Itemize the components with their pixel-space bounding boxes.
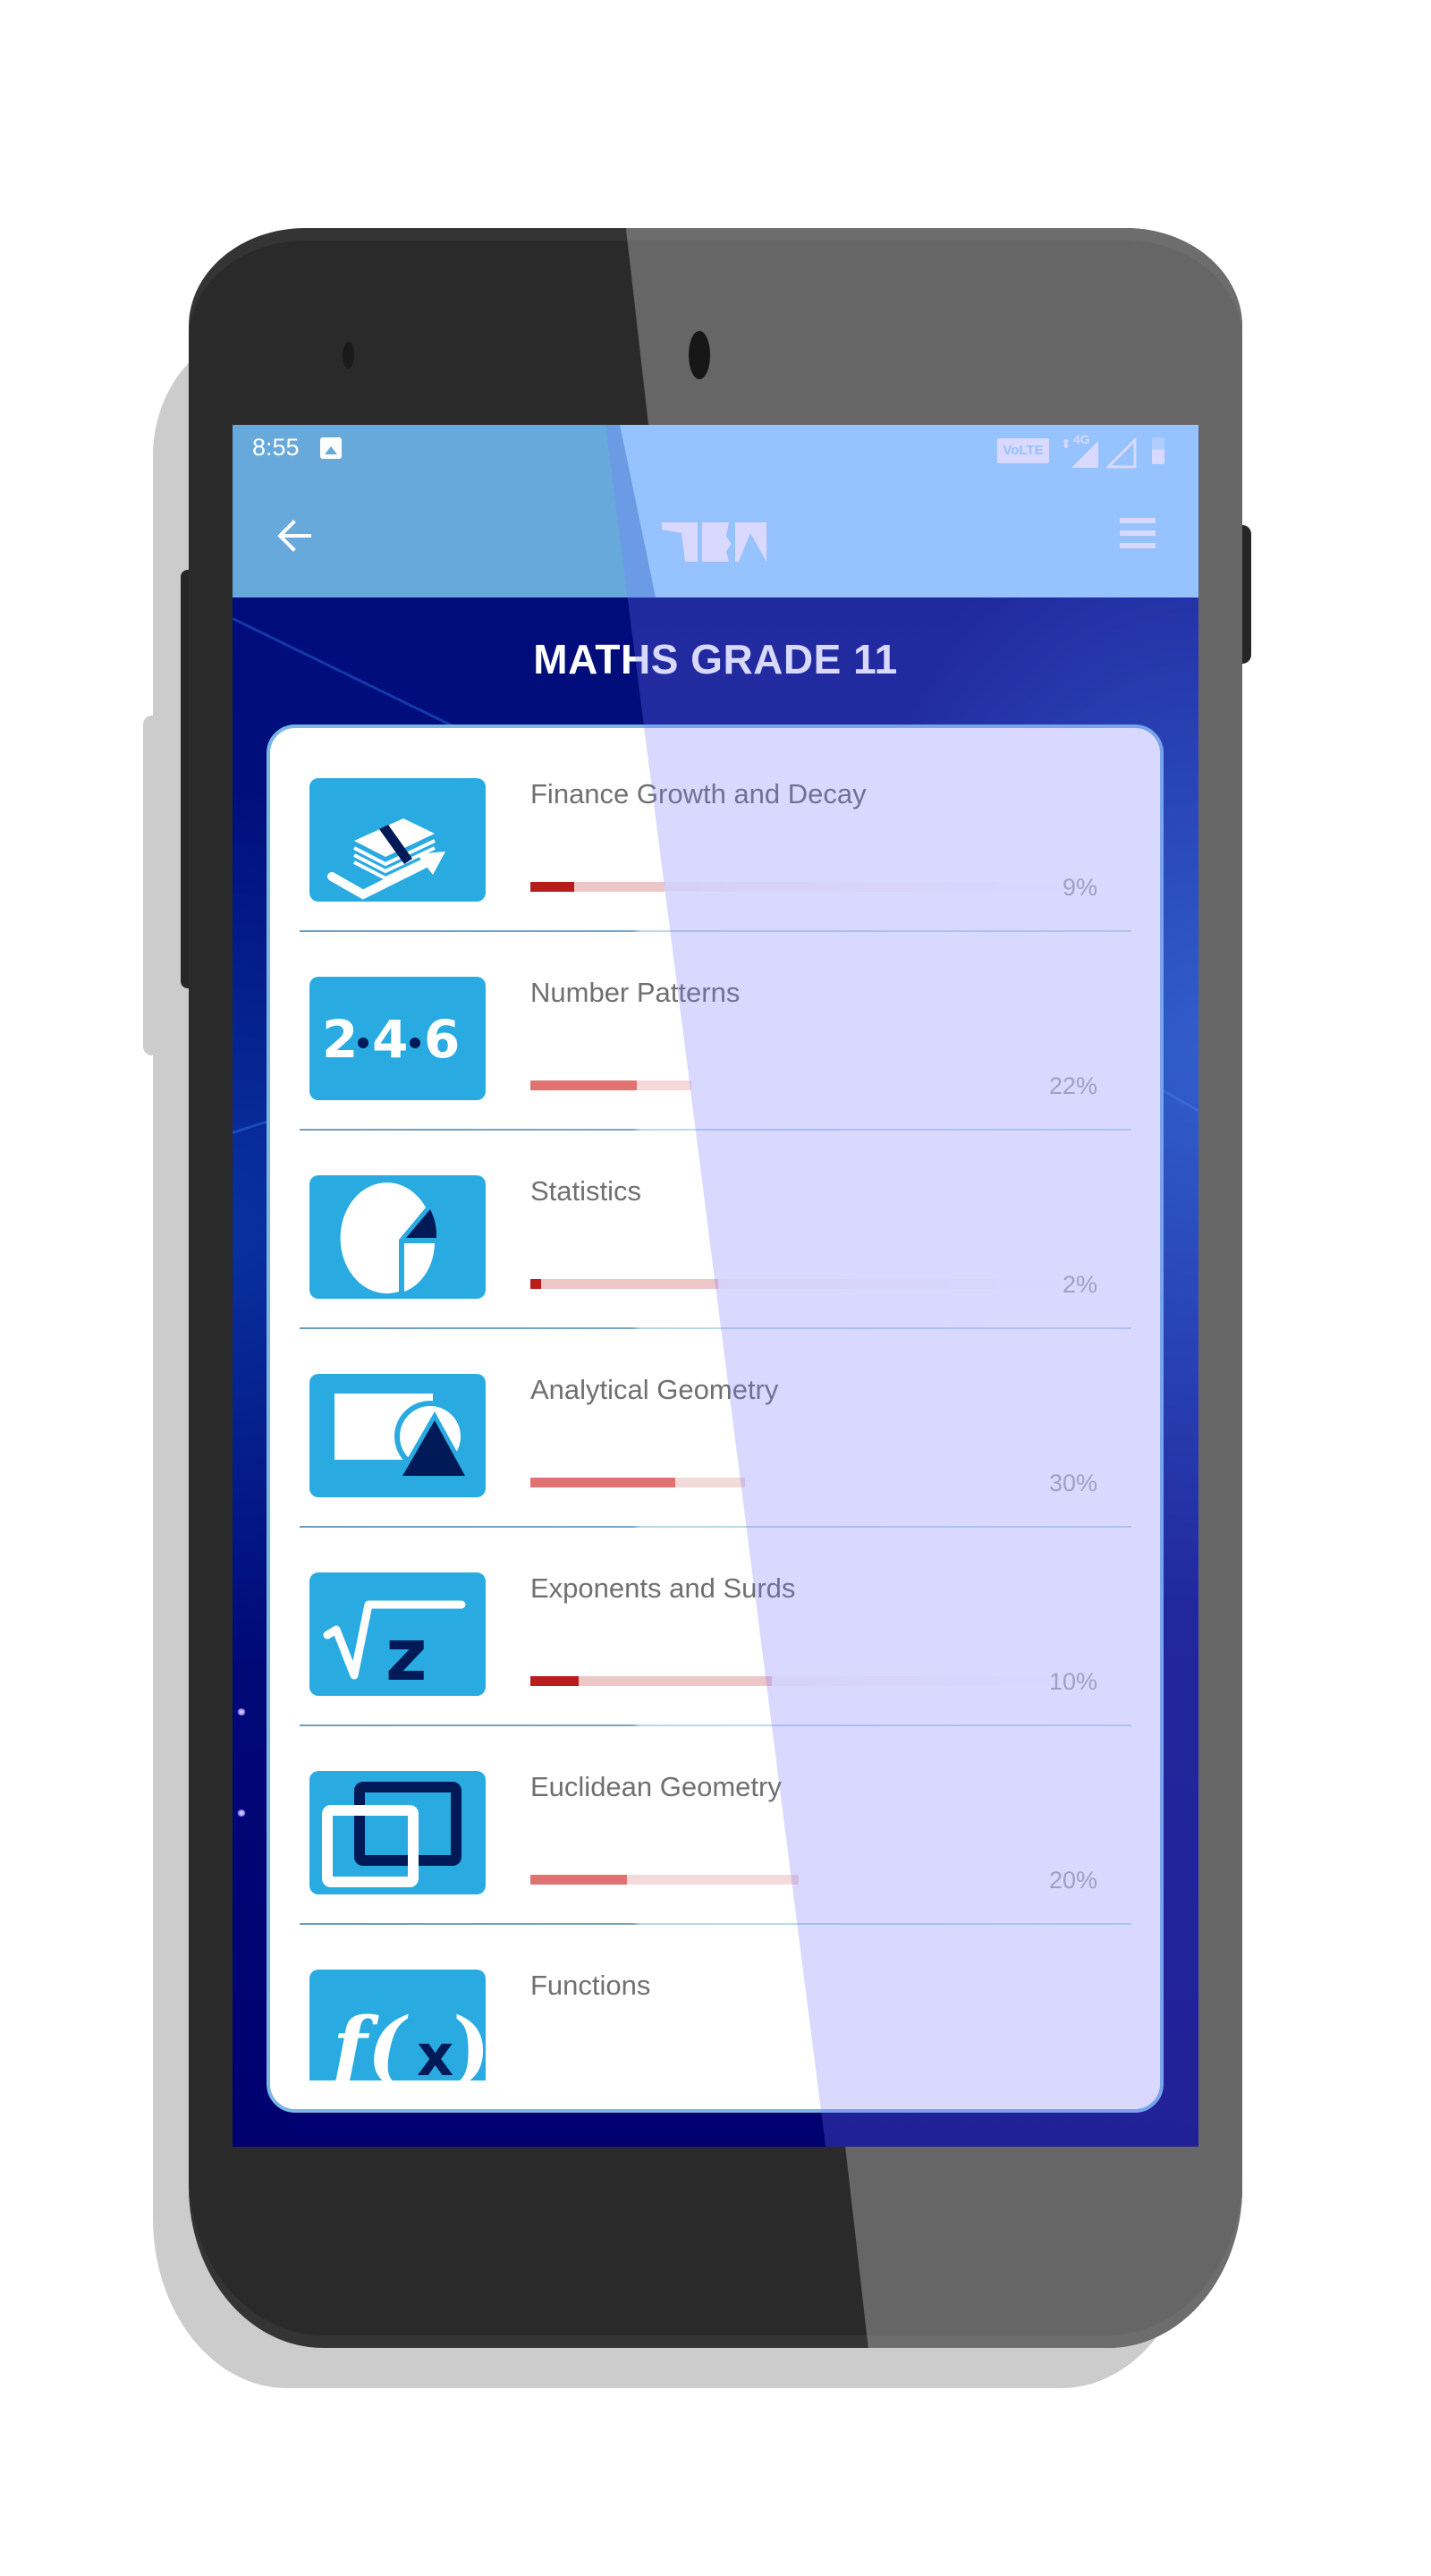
function-fx-icon: f( x ) <box>309 1970 486 2080</box>
menu-line <box>1120 543 1156 548</box>
phone-front-camera <box>689 331 710 379</box>
battery-icon <box>1152 437 1164 464</box>
top-bars: 8:55 VoLTE ⬍ 4G <box>233 425 1198 597</box>
app-logo-icon <box>662 522 766 562</box>
svg-text:): ) <box>453 2000 486 2080</box>
network-type-label: 4G <box>1073 432 1090 446</box>
topic-row-analytical-geometry[interactable]: Analytical Geometry 30% <box>270 1288 1160 1528</box>
topic-title: Analytical Geometry <box>530 1374 779 1405</box>
phone-sensor <box>343 342 354 369</box>
shapes-icon <box>309 1374 486 1497</box>
background-glow-dot <box>237 1708 246 1716</box>
svg-text:x: x <box>417 2023 453 2080</box>
menu-line <box>1120 518 1156 523</box>
menu-button[interactable] <box>1113 514 1163 557</box>
arrow-left-icon <box>277 520 311 552</box>
topic-title: Number Patterns <box>530 977 741 1008</box>
topic-title: Statistics <box>530 1175 642 1207</box>
money-growth-icon <box>309 778 486 902</box>
menu-line <box>1120 530 1156 536</box>
svg-text:6: 6 <box>424 1009 460 1070</box>
topic-row-statistics[interactable]: Statistics 2% <box>270 1089 1160 1329</box>
status-time: 8:55 <box>252 434 300 461</box>
topic-title: Euclidean Geometry <box>530 1771 782 1802</box>
phone-screen: 8:55 VoLTE ⬍ 4G MATHS GRADE 11 Finance G… <box>233 425 1198 2147</box>
topic-row-exponents-and-surds[interactable]: z Exponents and Surds 10% <box>270 1487 1160 1726</box>
signal-empty-icon <box>1106 438 1137 469</box>
page-title: MATHS GRADE 11 <box>533 636 898 682</box>
topic-title: Finance Growth and Decay <box>530 778 867 809</box>
data-arrows-icon: ⬍ <box>1061 436 1071 451</box>
topic-list[interactable]: Finance Growth and Decay 9% 2 4 6 Number… <box>270 728 1160 2080</box>
background-glow-dot <box>237 1809 246 1817</box>
app-bar <box>233 474 1198 597</box>
number-pattern-icon: 2 4 6 <box>309 977 486 1100</box>
svg-text:4: 4 <box>372 1009 408 1070</box>
square-root-icon: z <box>309 1572 486 1696</box>
back-button[interactable] <box>268 510 320 562</box>
status-bar: 8:55 VoLTE ⬍ 4G <box>233 425 1198 474</box>
pie-chart-icon <box>309 1175 486 1299</box>
topic-row-euclidean-geometry[interactable]: Euclidean Geometry 20% <box>270 1685 1160 1925</box>
image-notification-icon <box>320 437 342 459</box>
topic-title: Exponents and Surds <box>530 1572 796 1604</box>
topic-title: Functions <box>530 1970 651 2001</box>
topic-row-number-patterns[interactable]: 2 4 6 Number Patterns 22% <box>270 891 1160 1131</box>
topic-row-finance-growth-and-decay[interactable]: Finance Growth and Decay 9% <box>270 728 1160 932</box>
overlapping-squares-icon <box>309 1771 486 1894</box>
phone-shadow-button <box>143 716 179 1055</box>
svg-text:f(: f( <box>327 2000 409 2080</box>
topic-row-functions[interactable]: f( x ) Functions <box>270 1884 1160 2080</box>
svg-text:2: 2 <box>322 1009 358 1070</box>
svg-text:z: z <box>385 1614 428 1696</box>
volte-icon: VoLTE <box>997 438 1049 463</box>
topics-card: Finance Growth and Decay 9% 2 4 6 Number… <box>267 724 1164 2113</box>
